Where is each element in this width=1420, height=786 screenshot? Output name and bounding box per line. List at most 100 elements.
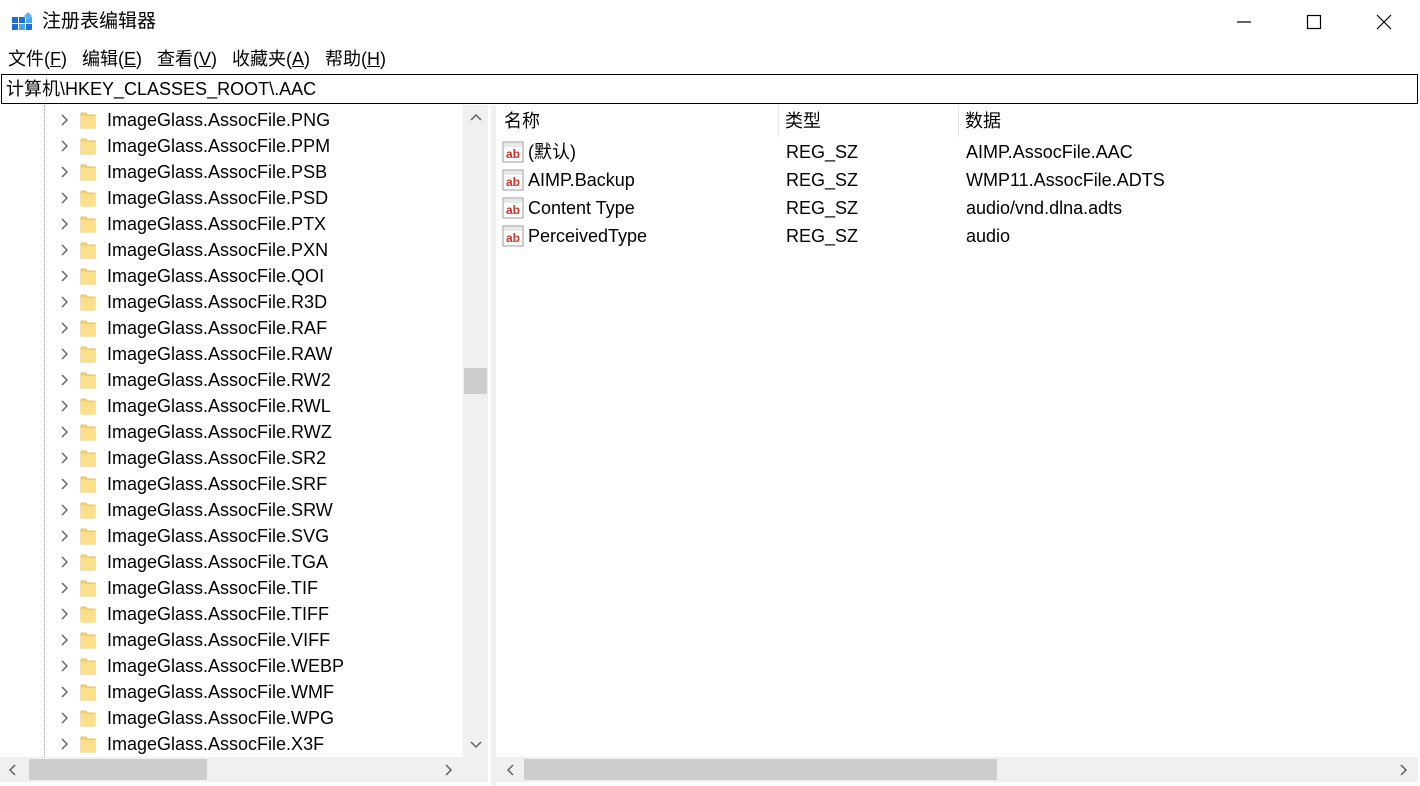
menu-view[interactable]: 查看(V) [149, 45, 224, 73]
key-tree-pane[interactable]: ImageGlass.AssocFile.PNG ImageGlass.Assoc… [0, 105, 492, 785]
chevron-right-icon[interactable] [60, 400, 70, 412]
column-header-name[interactable]: 名称 [496, 105, 779, 137]
tree-node[interactable]: ImageGlass.AssocFile.RWL [0, 393, 462, 419]
tree-vertical-scrollbar[interactable] [463, 105, 488, 757]
menu-help-label: 帮助( [325, 49, 368, 69]
chevron-right-icon[interactable] [60, 530, 70, 542]
scroll-down-button[interactable] [463, 733, 488, 757]
tree-node[interactable]: ImageGlass.AssocFile.PTX [0, 211, 462, 237]
chevron-right-icon[interactable] [60, 556, 70, 568]
column-header-data[interactable]: 数据 [959, 105, 1418, 137]
menu-edit-label: 编辑( [82, 49, 124, 69]
scroll-left-button[interactable] [0, 757, 24, 782]
chevron-right-icon[interactable] [60, 348, 70, 360]
value-row[interactable]: ab AIMP.Backup REG_SZ WMP11.AssocFile.ADTS [496, 166, 1416, 194]
chevron-right-icon[interactable] [60, 660, 70, 672]
tree-node[interactable]: ImageGlass.AssocFile.R3D [0, 289, 462, 315]
values-hscroll-thumb[interactable] [524, 759, 997, 780]
chevron-right-icon[interactable] [60, 738, 70, 750]
column-header-type-label: 类型 [785, 111, 821, 131]
menu-favorites[interactable]: 收藏夹(A) [224, 45, 317, 73]
tree-node[interactable]: ImageGlass.AssocFile.SRF [0, 471, 462, 497]
tree-node[interactable]: ImageGlass.AssocFile.TIFF [0, 601, 462, 627]
chevron-right-icon[interactable] [60, 504, 70, 516]
tree-node[interactable]: ImageGlass.AssocFile.WPG [0, 705, 462, 731]
tree-node[interactable]: ImageGlass.AssocFile.RW2 [0, 367, 462, 393]
tree-node[interactable]: ImageGlass.AssocFile.RAW [0, 341, 462, 367]
chevron-right-icon[interactable] [60, 426, 70, 438]
menu-file[interactable]: 文件(F) [0, 45, 74, 73]
tree-node[interactable]: ImageGlass.AssocFile.RWZ [0, 419, 462, 445]
chevron-right-icon[interactable] [60, 712, 70, 724]
column-header-type[interactable]: 类型 [779, 105, 959, 137]
value-name: AIMP.Backup [528, 170, 635, 190]
chevron-right-icon[interactable] [60, 374, 70, 386]
value-row[interactable]: ab (默认) REG_SZ AIMP.AssocFile.AAC [496, 138, 1416, 166]
chevron-right-icon[interactable] [60, 270, 70, 282]
chevron-right-icon[interactable] [60, 140, 70, 152]
tree-node[interactable]: ImageGlass.AssocFile.SR2 [0, 445, 462, 471]
tree-node[interactable]: ImageGlass.AssocFile.PSD [0, 185, 462, 211]
chevron-right-icon[interactable] [60, 166, 70, 178]
chevron-right-icon[interactable] [60, 192, 70, 204]
tree-node[interactable]: ImageGlass.AssocFile.PPM [0, 133, 462, 159]
tree-node[interactable]: ImageGlass.AssocFile.SRW [0, 497, 462, 523]
tree-node-label: ImageGlass.AssocFile.RAW [107, 344, 333, 364]
close-icon [1376, 14, 1392, 30]
chevron-right-icon[interactable] [60, 244, 70, 256]
chevron-right-icon[interactable] [60, 478, 70, 490]
chevron-down-icon [469, 741, 482, 749]
values-pane[interactable]: 名称 类型 数据 ab (默认) REG_SZ AIMP.AssocFile.AAC a… [496, 105, 1418, 785]
tree-node[interactable]: ImageGlass.AssocFile.PNG [0, 107, 462, 133]
address-bar[interactable]: 计算机\HKEY_CLASSES_ROOT\.AAC [1, 74, 1418, 104]
chevron-right-icon[interactable] [60, 608, 70, 620]
value-data: audio [966, 226, 1011, 246]
maximize-button[interactable] [1279, 0, 1349, 44]
tree-node[interactable]: ImageGlass.AssocFile.WMF [0, 679, 462, 705]
tree-node-label: ImageGlass.AssocFile.PTX [107, 214, 327, 234]
tree-hscroll-thumb[interactable] [29, 759, 207, 780]
minimize-button[interactable] [1209, 0, 1279, 44]
chevron-right-icon[interactable] [60, 582, 70, 594]
tree-node[interactable]: ImageGlass.AssocFile.SVG [0, 523, 462, 549]
tree-node[interactable]: ImageGlass.AssocFile.TGA [0, 549, 462, 575]
tree-node[interactable]: ImageGlass.AssocFile.X3F [0, 731, 462, 757]
chevron-right-icon[interactable] [60, 296, 70, 308]
values-scroll-right-button[interactable] [1392, 757, 1416, 782]
tree-node[interactable]: ImageGlass.AssocFile.PXN [0, 237, 462, 263]
chevron-right-icon[interactable] [60, 452, 70, 464]
folder-icon [80, 242, 96, 259]
menu-edit[interactable]: 编辑(E) [74, 45, 149, 73]
tree-node[interactable]: ImageGlass.AssocFile.RAF [0, 315, 462, 341]
values-scroll-left-button[interactable] [498, 757, 522, 782]
chevron-right-icon[interactable] [60, 114, 70, 126]
scroll-up-button[interactable] [463, 105, 488, 129]
tree-node[interactable]: ImageGlass.AssocFile.QOI [0, 263, 462, 289]
chevron-right-icon[interactable] [60, 634, 70, 646]
folder-icon [80, 164, 96, 181]
close-button[interactable] [1349, 0, 1419, 44]
tree-node[interactable]: ImageGlass.AssocFile.VIFF [0, 627, 462, 653]
value-row[interactable]: ab PerceivedType REG_SZ audio [496, 222, 1416, 250]
menu-help[interactable]: 帮助(H) [317, 45, 393, 73]
tree-node[interactable]: ImageGlass.AssocFile.WEBP [0, 653, 462, 679]
title-bar[interactable]: 注册表编辑器 [0, 0, 1420, 44]
chevron-right-icon[interactable] [60, 322, 70, 334]
folder-icon [80, 476, 96, 493]
tree-node[interactable]: ImageGlass.AssocFile.TIF [0, 575, 462, 601]
values-horizontal-scrollbar[interactable] [496, 757, 1418, 782]
chevron-right-icon[interactable] [60, 218, 70, 230]
address-path: 计算机\HKEY_CLASSES_ROOT\.AAC [6, 79, 317, 99]
tree-node[interactable]: ImageGlass.AssocFile.PSB [0, 159, 462, 185]
svg-text:ab: ab [506, 203, 520, 217]
tree-vscroll-thumb[interactable] [464, 368, 487, 394]
string-value-icon: ab [502, 197, 524, 219]
tree-horizontal-scrollbar[interactable] [0, 757, 463, 782]
menu-favorites-label: 收藏夹( [232, 49, 293, 69]
chevron-right-icon[interactable] [60, 686, 70, 698]
value-row[interactable]: ab Content Type REG_SZ audio/vnd.dlna.adts [496, 194, 1416, 222]
menu-edit-tail: ) [136, 49, 143, 69]
tree-node-label: ImageGlass.AssocFile.WEBP [107, 656, 345, 676]
scrollbar-corner [463, 757, 488, 782]
scroll-right-button[interactable] [437, 757, 461, 782]
